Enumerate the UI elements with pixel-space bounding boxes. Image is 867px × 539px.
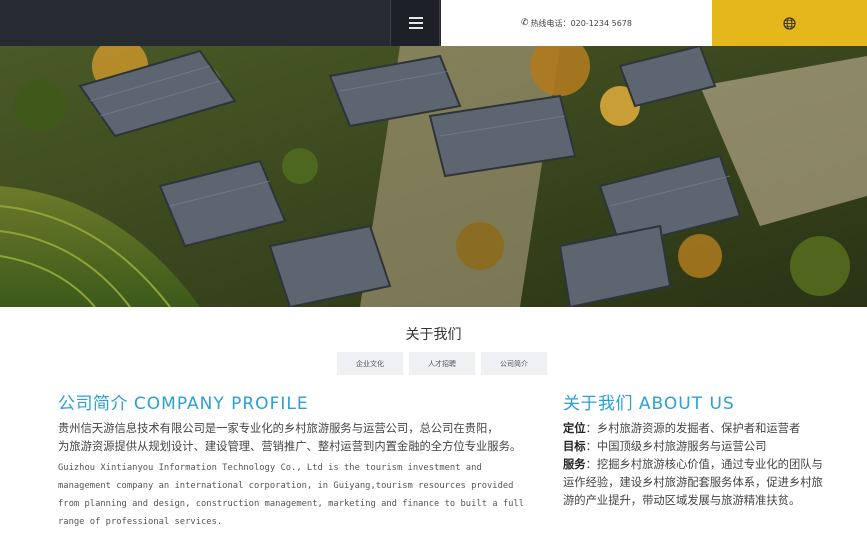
company-profile-heading: 公司简介 COMPANY PROFILE: [58, 389, 538, 414]
tab-corporate-culture[interactable]: 企业文化: [337, 352, 403, 375]
phone-icon: ✆: [521, 18, 529, 28]
globe-icon: [783, 16, 796, 30]
profile-text-cn-line-2: 为旅游资源提供从规划设计、建设管理、营销推广、整村运营到内置金融的全方位专业服务…: [58, 440, 522, 453]
heading-cn: 关于我们: [563, 394, 633, 414]
heading-en: ABOUT US: [638, 394, 735, 414]
about-us-block: 关于我们 ABOUT US 定位：乡村旅游资源的发掘者、保护者和运营者 目标：中…: [563, 389, 833, 510]
profile-text-cn: 贵州信天游信息技术有限公司是一家专业化的乡村旅游服务与运营公司，总公司在贵阳， …: [58, 420, 538, 456]
about-us-list: 定位：乡村旅游资源的发掘者、保护者和运营者 目标：中国顶级乡村旅游服务与运营公司…: [563, 420, 833, 510]
profile-text-en: Guizhou Xintianyou Information Technolog…: [58, 463, 525, 527]
about-row-service: 服务：挖掘乡村旅游核心价值，通过专业化的团队与运作经验，建设乡村旅游配套服务体系…: [563, 458, 823, 507]
hotline-label: 热线电话：: [530, 18, 571, 28]
section-tabs: 企业文化 人才招聘 公司简介: [337, 352, 547, 375]
heading-cn: 公司简介: [58, 394, 128, 414]
hotline-number: 020-1234 5678: [570, 18, 632, 28]
tab-company-profile[interactable]: 公司简介: [481, 352, 547, 375]
company-profile-block: 公司简介 COMPANY PROFILE 贵州信天游信息技术有限公司是一家专业化…: [58, 389, 538, 531]
about-row-goal: 目标：中国顶级乡村旅游服务与运营公司: [563, 440, 767, 453]
tab-recruitment[interactable]: 人才招聘: [409, 352, 475, 375]
section-title: 关于我们: [405, 327, 462, 343]
language-button[interactable]: [712, 0, 867, 46]
profile-text-cn-line-1: 贵州信天游信息技术有限公司是一家专业化的乡村旅游服务与运营公司，总公司在贵阳，: [58, 422, 499, 435]
hero-banner-image: [0, 46, 867, 307]
heading-en: COMPANY PROFILE: [133, 394, 309, 414]
top-navigation-bar: ✆ 热线电话： 020-1234 5678: [0, 0, 867, 46]
about-row-positioning: 定位：乡村旅游资源的发掘者、保护者和运营者: [563, 422, 801, 435]
menu-button[interactable]: [390, 0, 440, 46]
about-us-heading: 关于我们 ABOUT US: [563, 389, 833, 414]
hotline-box: ✆ 热线电话： 020-1234 5678: [441, 0, 712, 46]
